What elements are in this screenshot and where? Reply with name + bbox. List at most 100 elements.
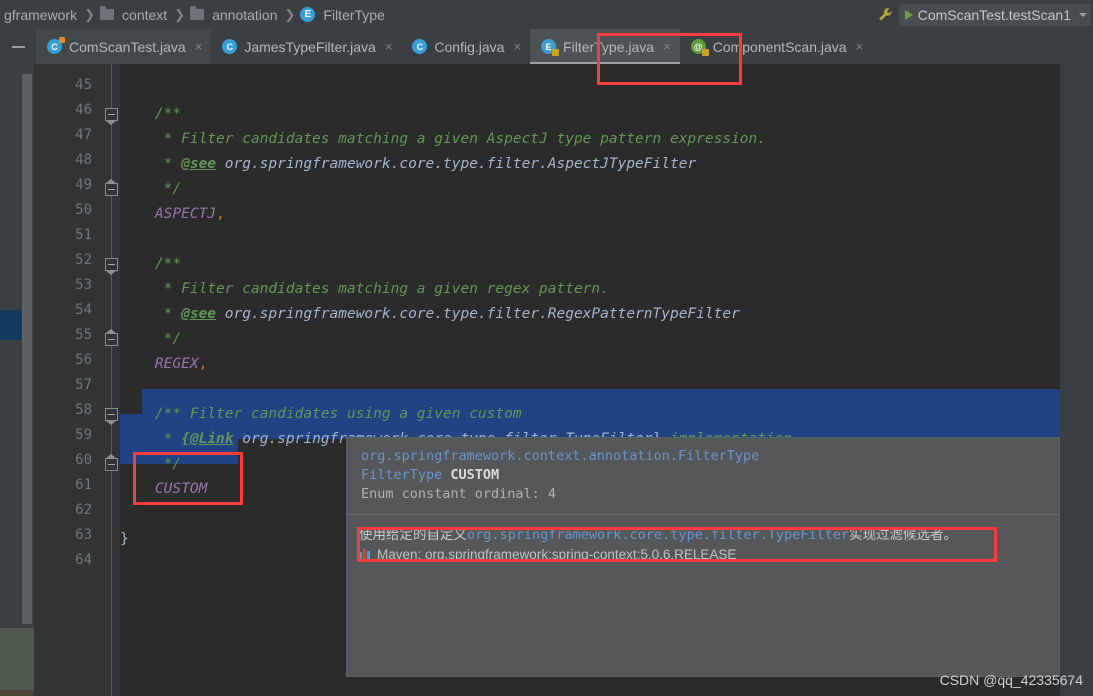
line-number: 48 [75, 152, 92, 168]
breadcrumb-item-filtertype[interactable]: E FilterType [300, 7, 386, 23]
code-token: } [120, 531, 129, 547]
play-icon [904, 9, 913, 20]
wrench-icon[interactable] [873, 0, 899, 29]
breadcrumb: gframework ❯ context ❯ annotation ❯ E Fi… [0, 0, 387, 29]
close-icon[interactable]: × [385, 40, 393, 53]
doc-desc-code[interactable]: org.springframework.core.type.filter.Typ… [467, 527, 849, 543]
line-number: 59 [75, 427, 92, 443]
code-token: * [120, 431, 182, 447]
code-token: @see [181, 156, 217, 172]
documentation-library: Maven: org.springframework:spring-contex… [359, 547, 1059, 562]
annotation-icon: @ [690, 39, 709, 56]
code-line[interactable]: } [120, 527, 129, 552]
code-line[interactable]: ASPECTJ, [120, 202, 225, 227]
code-token: * [120, 156, 182, 172]
collapse-all-button[interactable] [0, 29, 36, 64]
breadcrumb-bar: gframework ❯ context ❯ annotation ❯ E Fi… [0, 0, 1093, 29]
code-line[interactable]: */ [120, 177, 181, 202]
code-token: REGEX [120, 356, 199, 372]
doc-desc-suffix: 实现过滤候选者。 [849, 527, 958, 543]
tab-label: ComponentScan.java [712, 38, 847, 55]
editor-tab-bar: C ComScanTest.java × C JamesTypeFilter.j… [0, 29, 1093, 64]
minus-icon [11, 45, 25, 48]
editor-left-toolwindow-strip [0, 64, 36, 696]
code-line[interactable]: */ [120, 327, 181, 352]
line-number: 46 [75, 102, 92, 118]
code-token: /** [120, 256, 182, 272]
code-fold-close-icon[interactable] [105, 179, 118, 196]
breadcrumb-item-context[interactable]: context [100, 6, 169, 23]
breadcrumb-label: FilterType [323, 6, 385, 23]
tab-jamestypefilter[interactable]: C JamesTypeFilter.java × [211, 29, 401, 64]
enum-icon: E [300, 7, 316, 22]
tab-label: Config.java [434, 38, 505, 55]
code-token: , [198, 356, 208, 372]
line-number: 62 [75, 502, 92, 518]
doc-owner: FilterType [361, 467, 443, 483]
line-number: 61 [75, 477, 92, 493]
tab-label: ComScanTest.java [69, 38, 186, 55]
line-number: 54 [75, 302, 92, 318]
tab-filtertype[interactable]: E FilterType.java × [530, 29, 680, 64]
breadcrumb-item-annotation[interactable]: annotation [190, 6, 279, 23]
close-icon[interactable]: × [856, 40, 864, 53]
enum-icon: E [541, 39, 560, 56]
editor-right-gutter[interactable] [1060, 64, 1093, 696]
code-line[interactable]: /** Filter candidates using a given cust… [120, 402, 522, 427]
line-number: 60 [75, 452, 92, 468]
code-line[interactable]: * Filter candidates matching a given Asp… [120, 127, 766, 152]
class-icon: C [222, 39, 238, 54]
code-line[interactable]: */ [120, 452, 181, 477]
code-token: CUSTOM [120, 481, 208, 497]
code-token: org.springframework.core.type.filter.Asp… [216, 156, 697, 172]
code-line[interactable]: REGEX, [120, 352, 207, 377]
lock-badge-icon [701, 49, 709, 56]
close-icon[interactable]: × [513, 40, 521, 53]
line-number: 51 [75, 227, 92, 243]
code-token: ASPECTJ [120, 206, 217, 222]
code-line[interactable]: * @see org.springframework.core.type.fil… [120, 152, 697, 177]
documentation-description: 使用给定的自定义org.springframework.core.type.fi… [359, 525, 1059, 545]
documentation-popup[interactable]: org.springframework.context.annotation.F… [346, 437, 1060, 677]
run-configuration-selector[interactable]: ComScanTest.testScan1 [898, 3, 1091, 26]
code-line[interactable]: CUSTOM [120, 477, 207, 502]
folder-icon [100, 6, 115, 20]
breadcrumb-item-package[interactable]: gframework [0, 7, 79, 23]
line-number: 53 [75, 277, 92, 293]
documentation-header: org.springframework.context.annotation.F… [347, 438, 1059, 512]
code-fold-open-icon[interactable] [105, 408, 118, 425]
code-line[interactable]: * @see org.springframework.core.type.fil… [120, 302, 740, 327]
close-icon[interactable]: × [195, 40, 203, 53]
code-fold-open-icon[interactable] [105, 258, 118, 275]
code-line[interactable]: * Filter candidates matching a given reg… [120, 277, 609, 302]
close-icon[interactable]: × [663, 40, 671, 53]
code-token: {@Link [181, 431, 234, 447]
tab-config[interactable]: C Config.java × [401, 29, 530, 64]
tab-label: JamesTypeFilter.java [244, 38, 376, 55]
code-line[interactable]: /** [120, 252, 181, 277]
code-fold-close-icon[interactable] [105, 454, 118, 471]
documentation-library-label: Maven: org.springframework:spring-contex… [377, 547, 737, 562]
breadcrumb-separator-icon: ❯ [84, 6, 96, 22]
code-folding-gutter[interactable] [104, 64, 120, 696]
doc-desc-prefix: 使用给定的自定义 [359, 527, 467, 543]
chevron-down-icon[interactable] [1079, 12, 1087, 17]
bookmark-marker[interactable] [0, 310, 22, 340]
line-number: 49 [75, 177, 92, 193]
doc-ordinal: Enum constant ordinal: 4 [361, 486, 557, 502]
code-fold-open-icon[interactable] [105, 108, 118, 125]
line-number: 45 [75, 77, 92, 93]
code-line[interactable]: /** [120, 102, 181, 127]
line-number-gutter: 45 46 47 48 49 50 51 52 53 54 55 56 57 58 59 60 61 62 63 64 [34, 64, 104, 696]
line-number: 56 [75, 352, 92, 368]
toolwindow-green-block [0, 628, 36, 696]
line-number: 58 [75, 402, 92, 418]
line-number: 57 [75, 377, 92, 393]
editor-scrollbar-left[interactable] [22, 74, 32, 624]
code-fold-close-icon[interactable] [105, 329, 118, 346]
documentation-body: 使用给定的自定义org.springframework.core.type.fi… [347, 515, 1059, 562]
tab-componentscan[interactable]: @ ComponentScan.java × [680, 29, 872, 64]
tab-comscantest[interactable]: C ComScanTest.java × [36, 29, 212, 64]
code-token: */ [120, 456, 182, 472]
code-token: /** Filter candidates using a given cust… [120, 406, 522, 422]
